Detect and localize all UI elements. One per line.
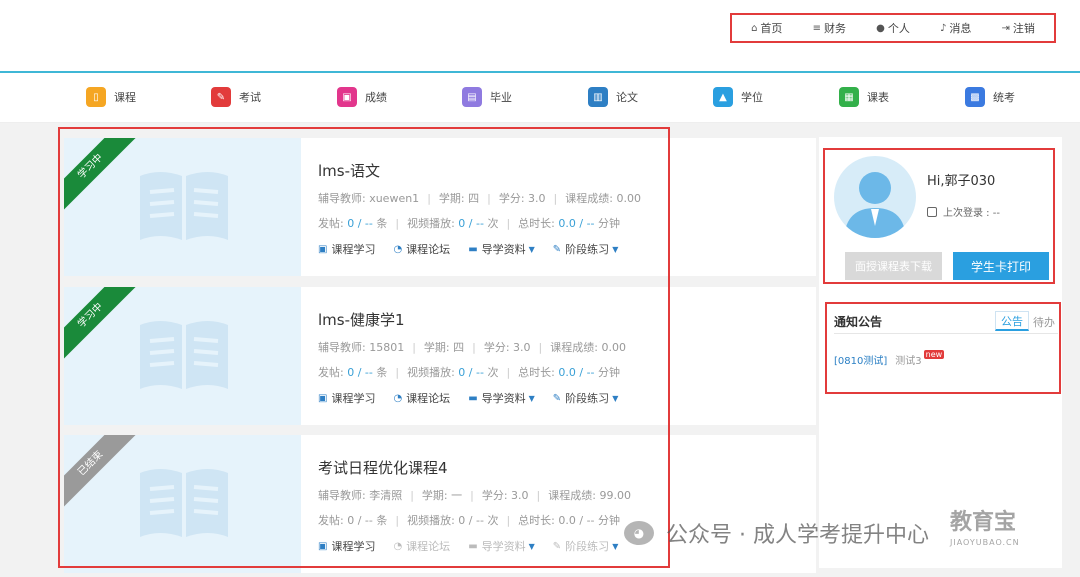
grade-icon: ▣ [337,87,357,107]
module-degree[interactable]: ▲ 学位 [713,87,763,107]
watermark: ◕ 公众号 · 成人学考提升中心 [624,517,929,549]
exam-calendar-icon: ▩ [965,87,985,107]
watermark-domain: JIAOYUBAO.CN [950,538,1020,547]
course-list-highlight [58,127,670,568]
module-thesis[interactable]: ▥ 论文 [588,87,638,107]
graduation-icon: ▤ [462,87,482,107]
nav-logout[interactable]: ⇥ 注销 [1002,20,1035,36]
nav-home[interactable]: ⌂ 首页 [751,20,782,36]
notice-highlight [825,302,1061,394]
wechat-icon: ◕ [624,521,654,545]
top-nav: ⌂ 首页 ≡ 财务 ● 个人 ♪ 消息 ⇥ 注销 [730,13,1056,43]
pen-icon: ✎ [211,87,231,107]
module-timetable[interactable]: ▦ 课表 [839,87,889,107]
nav-finance[interactable]: ≡ 财务 [813,20,846,36]
watermark-brand: 教育宝 [950,510,1017,535]
thesis-icon: ▥ [588,87,608,107]
module-graduation[interactable]: ▤ 毕业 [462,87,512,107]
module-exam[interactable]: ✎ 考试 [211,87,261,107]
home-icon: ⌂ [751,22,758,34]
course-icon: ▯ [86,87,106,107]
module-grades[interactable]: ▣ 成绩 [337,87,387,107]
profile-highlight [823,148,1055,284]
bell-icon: ♪ [939,22,947,34]
top-header: ⌂ 首页 ≡ 财务 ● 个人 ♪ 消息 ⇥ 注销 [0,0,1080,72]
module-unified-exam[interactable]: ▩ 统考 [965,87,1015,107]
database-icon: ≡ [812,22,821,34]
nav-messages[interactable]: ♪ 消息 [940,20,971,36]
module-course[interactable]: ▯ 课程 [86,87,136,107]
nav-profile[interactable]: ● 个人 [876,20,910,36]
user-icon: ● [876,22,885,34]
calendar-icon: ▦ [839,87,859,107]
mortarboard-icon: ▲ [713,87,733,107]
module-nav: ▯ 课程 ✎ 考试 ▣ 成绩 ▤ 毕业 ▥ 论文 ▲ 学位 ▦ 课表 ▩ 统考 [0,73,1080,123]
logout-icon: ⇥ [1001,22,1010,34]
